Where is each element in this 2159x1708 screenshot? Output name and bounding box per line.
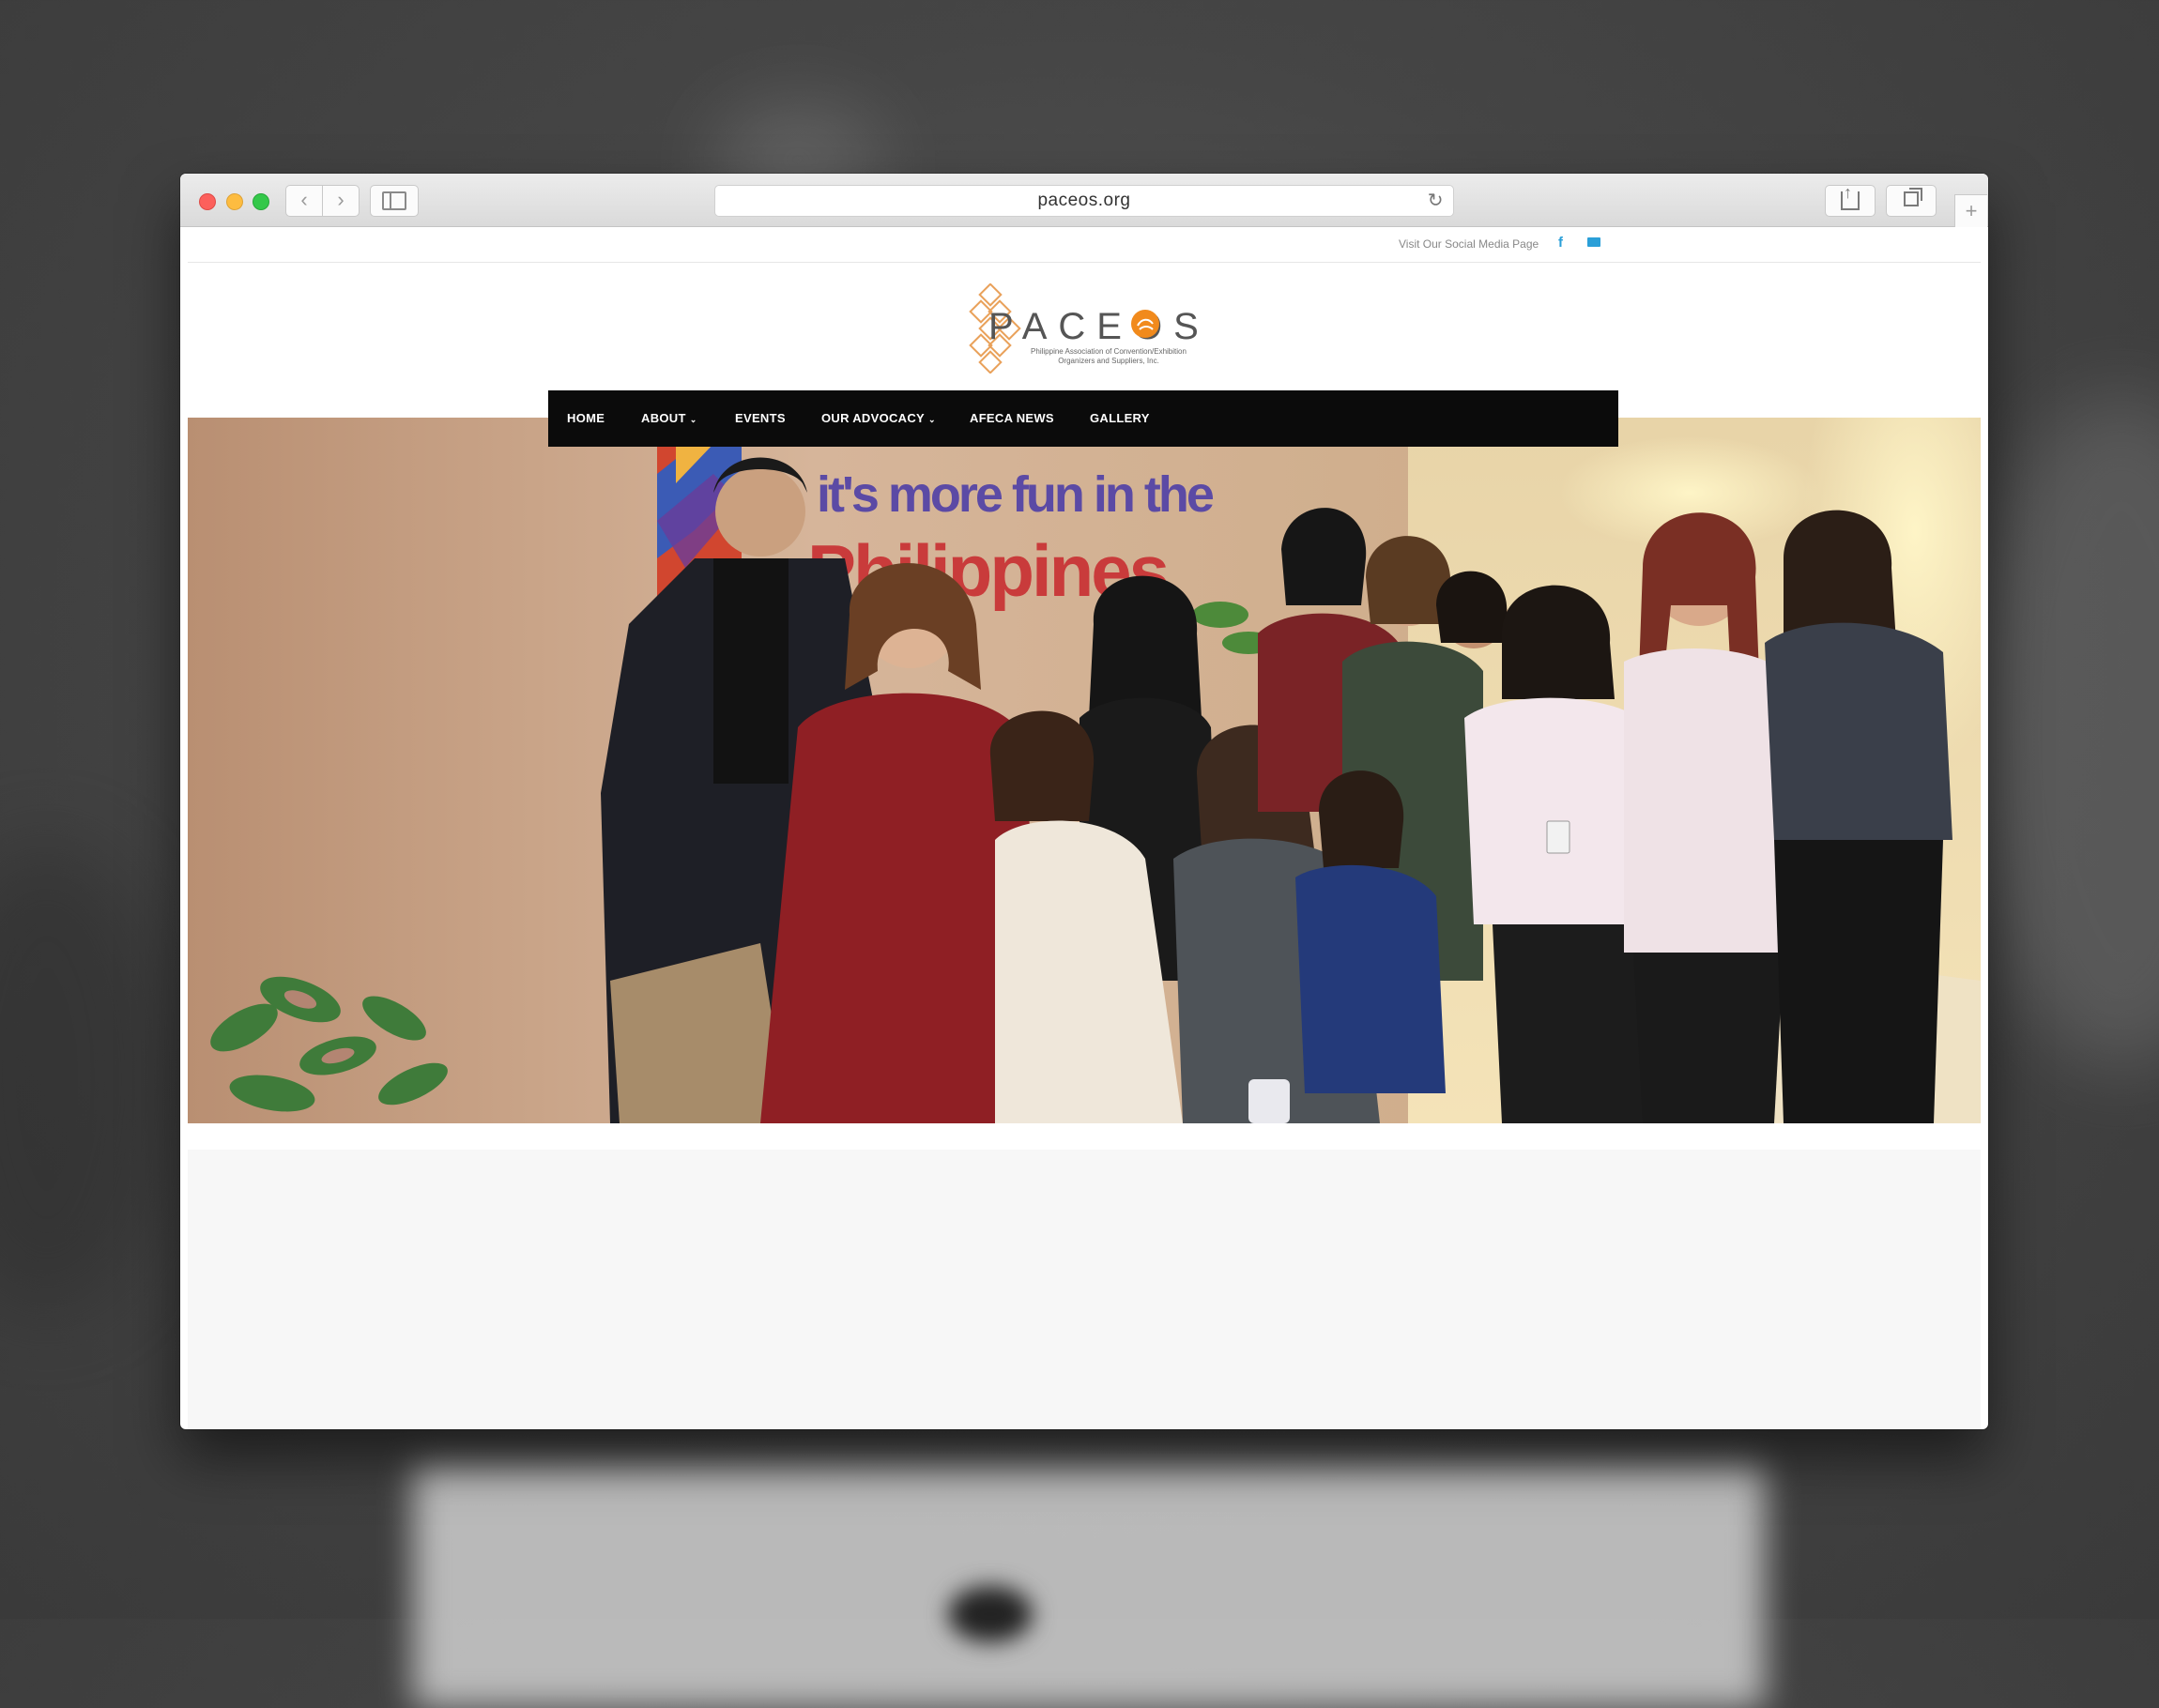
backdrop-blurred-window bbox=[413, 1464, 1765, 1708]
group-photo: it's more fun in the Philippines bbox=[188, 418, 1981, 1123]
hero-image: it's more fun in the Philippines bbox=[188, 418, 1981, 1123]
chevron-down-icon: ⌄ bbox=[928, 415, 936, 424]
nav-item-afeca-news[interactable]: AFECA NEWS bbox=[970, 390, 1054, 447]
new-tab-button[interactable]: + bbox=[1954, 194, 1987, 227]
nav-item-events[interactable]: EVENTS bbox=[735, 390, 786, 447]
share-icon bbox=[1841, 178, 1860, 210]
tabs-icon bbox=[1904, 188, 1922, 206]
nav-item-label: HOME bbox=[567, 411, 605, 425]
social-media-text: Visit Our Social Media Page bbox=[1399, 237, 1539, 251]
logo-tagline: Philippine Association of Convention/Exh… bbox=[1031, 347, 1187, 365]
hero-spacer bbox=[188, 1123, 1981, 1150]
social-topbar: Visit Our Social Media Page f bbox=[188, 227, 1981, 263]
chevron-left-icon: ‹ bbox=[300, 188, 308, 211]
share-button[interactable] bbox=[1825, 178, 1876, 217]
sidebar-icon bbox=[382, 191, 406, 210]
content-area bbox=[188, 1150, 1981, 1429]
browser-toolbar: ‹ › paceos.org ↻ + bbox=[180, 174, 1988, 227]
back-button[interactable]: ‹ bbox=[285, 185, 323, 217]
backdrop-blurred-object bbox=[948, 1586, 1033, 1642]
url-text: paceos.org bbox=[1037, 191, 1131, 210]
forward-button[interactable]: › bbox=[322, 185, 360, 217]
logo-globe-icon bbox=[1131, 310, 1159, 338]
nav-item-label: EVENTS bbox=[735, 411, 786, 425]
minimize-window-button[interactable] bbox=[226, 193, 243, 210]
browser-window: ‹ › paceos.org ↻ + Visit Our Social Medi… bbox=[180, 174, 1988, 1429]
nav-item-label: AFECA NEWS bbox=[970, 411, 1054, 425]
sidebar-toggle-button[interactable] bbox=[370, 185, 419, 217]
reload-icon[interactable]: ↻ bbox=[1428, 186, 1444, 216]
paceos-logo[interactable]: PACEOS Philippine Association of Convent… bbox=[966, 283, 1219, 377]
nav-item-label: GALLERY bbox=[1090, 411, 1150, 425]
nav-item-home[interactable]: HOME bbox=[567, 390, 605, 447]
zoom-window-button[interactable] bbox=[253, 193, 269, 210]
backdrop-blur-shape bbox=[0, 845, 169, 1314]
facebook-icon[interactable]: f bbox=[1558, 235, 1563, 251]
close-window-button[interactable] bbox=[199, 193, 216, 210]
address-bar[interactable]: paceos.org ↻ bbox=[714, 185, 1454, 217]
hero-sign-line1: it's more fun in the bbox=[817, 466, 1214, 523]
plus-icon: + bbox=[1965, 199, 1978, 222]
show-tabs-button[interactable] bbox=[1886, 185, 1937, 217]
web-page: Visit Our Social Media Page f PACEOS Phi… bbox=[188, 227, 1981, 1429]
main-navigation: HOME ABOUT ⌄ EVENTS OUR ADVOCACY ⌄ AFECA N… bbox=[548, 390, 1618, 447]
backdrop-blur-shape bbox=[1971, 394, 2159, 1070]
nav-item-label: ABOUT bbox=[641, 411, 686, 425]
chevron-right-icon: › bbox=[337, 188, 345, 211]
logo-wordmark: PACEOS bbox=[988, 306, 1210, 347]
nav-item-gallery[interactable]: GALLERY bbox=[1090, 390, 1150, 447]
chevron-down-icon: ⌄ bbox=[689, 415, 697, 424]
nav-item-about[interactable]: ABOUT ⌄ bbox=[641, 390, 697, 447]
email-icon[interactable] bbox=[1587, 237, 1600, 247]
nav-item-our-advocacy[interactable]: OUR ADVOCACY ⌄ bbox=[821, 390, 936, 447]
nav-item-label: OUR ADVOCACY bbox=[821, 411, 926, 425]
